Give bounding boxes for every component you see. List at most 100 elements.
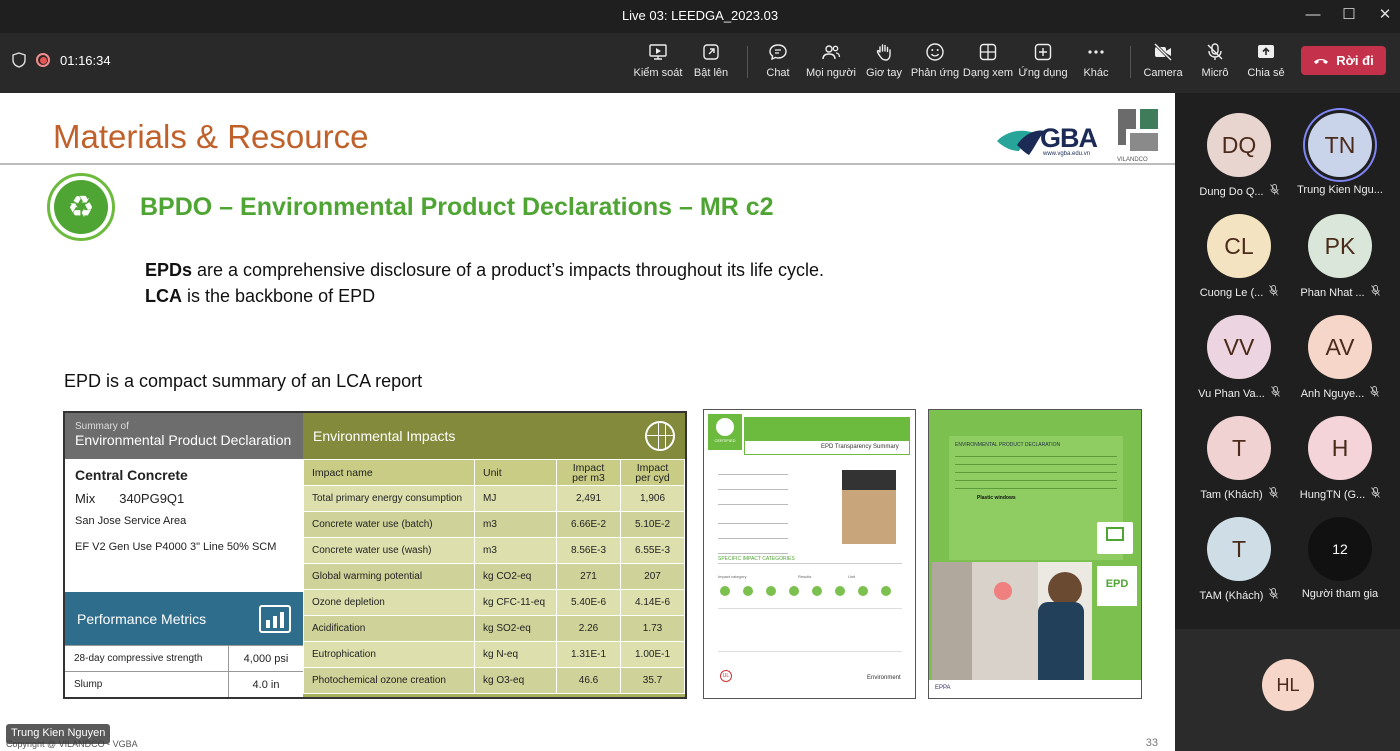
summary-header: Summary of Environmental Product Declara… [65,413,303,459]
participant-initials: CL [1224,232,1254,259]
popout-button[interactable]: Bật lên [681,42,741,79]
participant-avatar: AV [1308,315,1372,379]
participant-tile[interactable]: T Tam (Khách) [1189,416,1289,516]
mic-off-icon [1269,184,1279,198]
impact-unit: kg N-eq [474,641,557,668]
epd-term: EPDs [145,260,193,280]
doc1-col-header: Results [798,574,812,579]
camera-button[interactable]: Camera [1133,42,1193,79]
chat-button[interactable]: Chat [748,42,808,79]
react-label: Phản ứng [910,67,960,79]
vgba-logo-text: GBA [1040,123,1098,153]
apps-button[interactable]: Ứng dụng [1013,42,1073,79]
company-name: Central Concrete [75,467,188,483]
doc2-product: Plastic windows [977,495,1016,501]
impact-unit: MJ [474,485,557,512]
minimize-icon[interactable]: — [1298,4,1328,28]
participant-name-row: Tam (Khách) [1189,487,1289,501]
impact-name: Eutrophication [303,641,475,668]
impact-name: Photochemical ozone creation [303,667,475,694]
impacts-title: Environmental Impacts [313,428,456,444]
apps-label: Ứng dụng [1018,67,1068,79]
participant-name-row: Trung Kien Ngu... [1290,184,1390,196]
doc1-divider [718,563,902,564]
participant-tile[interactable]: H HungTN (G... [1290,416,1390,516]
participant-avatar: DQ [1207,113,1271,177]
participant-tile[interactable]: TN Trung Kien Ngu... [1290,113,1390,213]
participant-initials: DQ [1221,131,1257,158]
performance-title: Performance Metrics [77,610,207,627]
impact-per-cyd: 1.00E-1 [620,641,685,668]
share-button[interactable]: Chia sẻ [1236,42,1296,79]
participant-name-row: TAM (Khách) [1189,588,1289,602]
summary-title: Environmental Product Declaration [75,432,292,448]
view-button[interactable]: Dạng xem [958,42,1018,79]
more-button[interactable]: Khác [1066,42,1126,79]
participant-name: Anh Nguye... [1300,388,1365,400]
impact-per-cyd: 5.10E-2 [620,511,685,538]
participant-avatar: TN [1308,113,1372,177]
participant-name: Tam (Khách) [1200,489,1263,501]
view-icon [979,43,997,61]
self-avatar: HL [1262,659,1314,711]
doc1-product-photo [842,470,896,544]
participant-initials: H [1331,434,1349,461]
participant-tile[interactable]: CL Cuong Le (... [1189,214,1289,314]
metric-row: 28-day compressive strength 4,000 psi [65,645,303,671]
participant-tile[interactable]: 12 Người tham gia [1290,517,1390,617]
impact-name: Ozone depletion [303,589,475,616]
people-icon [822,45,841,60]
self-view-tile[interactable]: HL [1175,629,1400,751]
title-bar: Live 03: LEEDGA_2023.03 — ☐ ✕ [0,0,1400,33]
participant-name-row: Anh Nguye... [1290,386,1390,400]
active-speaker-label: Trung Kien Nguyen [6,724,111,744]
epd-definition: EPDs are a comprehensive disclosure of a… [145,260,824,281]
participant-name: HungTN (G... [1299,489,1366,501]
metric-value: 4,000 psi [228,646,303,671]
metric-name: Slump [74,679,103,690]
recycle-icon: ♻ [47,173,115,241]
slide-divider [0,163,1175,165]
impact-per-cyd: 35.7 [620,667,685,694]
participant-name-row: Cuong Le (... [1189,285,1289,299]
participant-tile[interactable]: T TAM (Khách) [1189,517,1289,617]
doc2-footer: EPPA [929,680,1141,698]
participant-name-row: HungTN (G... [1290,487,1390,501]
per-m3-header: Impact per m3 [556,459,621,486]
doc2-heading: ENVIRONMENTAL PRODUCT DECLARATION [955,442,1061,448]
certified-badge: CERTIFIED [708,414,742,450]
doc1-col-header: Impact category [718,574,747,579]
participant-tile[interactable]: AV Anh Nguye... [1290,315,1390,415]
react-button[interactable]: Phản ứng [905,42,965,79]
participant-initials: AV [1325,333,1355,360]
raise-hand-icon [876,44,891,61]
maximize-icon[interactable]: ☐ [1334,4,1364,28]
more-label: Khác [1083,67,1109,79]
participant-name: Phan Nhat ... [1300,287,1365,299]
impact-per-m3: 8.56E-3 [556,537,621,564]
impact-name: Total primary energy consumption [303,485,475,512]
impact-per-m3: 1.31E-1 [556,641,621,668]
chat-icon [769,44,787,61]
participant-avatar: PK [1308,214,1372,278]
mic-off-icon [1370,386,1380,400]
popout-icon [703,44,719,60]
doc1-icon-row [720,586,891,596]
impact-per-cyd: 4.14E-6 [620,589,685,616]
people-button[interactable]: Mọi người [801,42,861,79]
raise-hand-label: Giơ tay [866,67,902,79]
control-label: Kiểm soát [633,67,683,79]
more-icon [1088,50,1104,54]
participant-tile[interactable]: PK Phan Nhat ... [1290,214,1390,314]
participant-tile[interactable]: VV Vu Phan Va... [1189,315,1289,415]
per-m3-header-line2: per m3 [572,471,605,484]
leave-button[interactable]: Rời đi [1301,46,1386,75]
impacts-header-row: Impact name Unit Impact per m3 Impact per … [303,459,685,486]
participant-avatar: T [1207,517,1271,581]
control-button[interactable]: Kiểm soát [628,42,688,79]
participant-tile[interactable]: DQ Dung Do Q... [1189,113,1289,213]
doc1-grid [718,608,902,652]
impact-unit: m3 [474,511,557,538]
close-icon[interactable]: ✕ [1370,4,1400,28]
impact-row: Eutrophication kg N-eq 1.31E-1 1.00E-1 [303,641,685,668]
